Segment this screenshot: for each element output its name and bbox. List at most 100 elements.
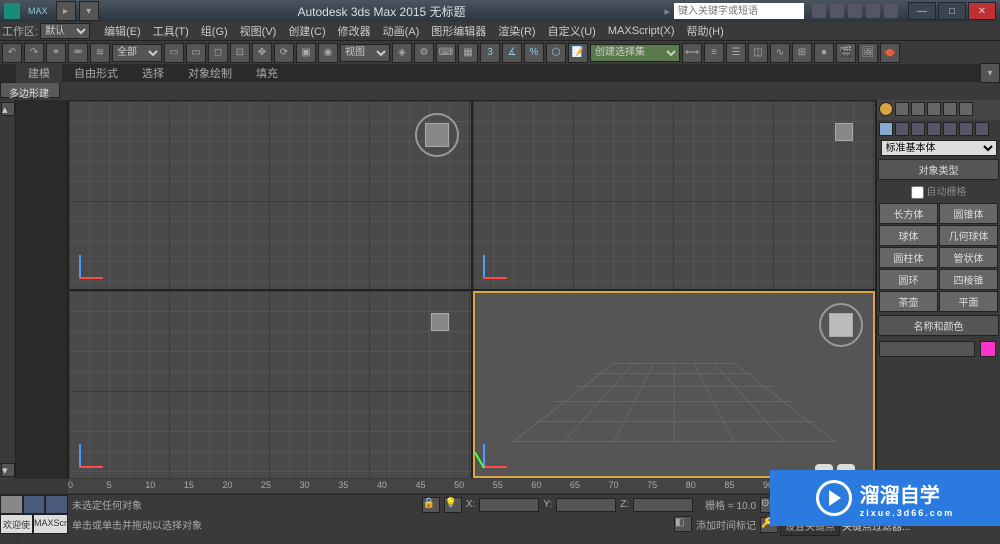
panel-up-button[interactable]: ▴ xyxy=(1,102,15,116)
layers-button[interactable]: ☰ xyxy=(726,43,746,63)
menu-customize[interactable]: 自定义(U) xyxy=(542,23,602,39)
prim-box[interactable]: 长方体 xyxy=(879,203,938,224)
tab-modeling[interactable]: 建模 xyxy=(16,63,62,83)
select-rotate-button[interactable]: ⟳ xyxy=(274,43,294,63)
menu-grapheditors[interactable]: 图形编辑器 xyxy=(425,23,492,39)
prim-geosphere[interactable]: 几何球体 xyxy=(939,225,998,246)
graphite-button[interactable]: ◫ xyxy=(748,43,768,63)
viewcube[interactable] xyxy=(431,313,449,331)
systems-tab-icon[interactable] xyxy=(975,122,989,136)
object-name-input[interactable] xyxy=(879,341,975,357)
menu-modifiers[interactable]: 修改器 xyxy=(332,23,377,39)
menu-edit[interactable]: 编辑(E) xyxy=(98,23,147,39)
time-tag-button[interactable]: ◧ xyxy=(674,516,692,532)
maxscript-label[interactable]: MAXScr xyxy=(33,514,68,534)
edged-faces-button[interactable]: ⬡ xyxy=(546,43,566,63)
prim-cone[interactable]: 圆锥体 xyxy=(939,203,998,224)
select-place-button[interactable]: ◉ xyxy=(318,43,338,63)
render-button[interactable]: 🫖 xyxy=(880,43,900,63)
keyboard-shortcut-button[interactable]: ⌨ xyxy=(436,43,456,63)
utilities-tab-icon[interactable] xyxy=(959,122,973,136)
manipulate-button[interactable]: ⚙ xyxy=(414,43,434,63)
prim-pyramid[interactable]: 四棱锥 xyxy=(939,269,998,290)
select-name-button[interactable]: ▭ xyxy=(186,43,206,63)
viewport-perspective[interactable] xyxy=(473,291,875,479)
editnamed-button[interactable]: 📝 xyxy=(568,43,588,63)
motion-tab-icon[interactable] xyxy=(927,122,941,136)
ribbon-panel-label[interactable]: 多边形建模 xyxy=(0,82,60,98)
pivot-center-button[interactable]: ◈ xyxy=(392,43,412,63)
isolate-button[interactable]: 💡 xyxy=(444,497,462,513)
tab-populate[interactable]: 填充 xyxy=(244,63,290,83)
search-icon[interactable] xyxy=(812,4,826,18)
tab-freeform[interactable]: 自由形式 xyxy=(62,63,130,83)
menu-views[interactable]: 视图(V) xyxy=(234,23,283,39)
edged-icon[interactable] xyxy=(927,102,941,116)
y-input[interactable] xyxy=(556,498,616,512)
select-rect-button[interactable]: ◻ xyxy=(208,43,228,63)
align-button[interactable]: ≡ xyxy=(704,43,724,63)
z-input[interactable] xyxy=(633,498,693,512)
select-move-button[interactable]: ✥ xyxy=(252,43,272,63)
app-icon[interactable] xyxy=(4,3,20,19)
unlink-button[interactable]: ⚮ xyxy=(68,43,88,63)
snap-toggle-button[interactable]: ▦ xyxy=(458,43,478,63)
viewport-front[interactable] xyxy=(473,101,875,289)
mirror-button[interactable]: ⟷ xyxy=(682,43,702,63)
prim-teapot[interactable]: 茶壶 xyxy=(879,291,938,312)
modify-tab-icon[interactable] xyxy=(895,122,909,136)
layout-btn-3[interactable] xyxy=(45,495,68,514)
menu-rendering[interactable]: 渲染(R) xyxy=(492,23,541,39)
close-button[interactable]: ✕ xyxy=(968,2,996,20)
time-ruler[interactable]: 0 5 10 15 20 25 30 35 40 45 50 55 60 65 … xyxy=(68,479,770,493)
select-scale-button[interactable]: ▣ xyxy=(296,43,316,63)
layout-btn-2[interactable] xyxy=(23,495,46,514)
minimize-button[interactable]: — xyxy=(908,2,936,20)
select-object-button[interactable]: ▭ xyxy=(164,43,184,63)
tab-selection[interactable]: 选择 xyxy=(130,63,176,83)
menu-help[interactable]: 帮助(H) xyxy=(680,23,729,39)
undo-button[interactable]: ↶ xyxy=(2,43,22,63)
display-tab-icon[interactable] xyxy=(943,122,957,136)
gear-icon[interactable] xyxy=(943,102,957,116)
selection-filter[interactable]: 全部 xyxy=(112,44,162,62)
shading-icon[interactable] xyxy=(911,102,925,116)
exchange-icon[interactable] xyxy=(848,4,862,18)
prim-cylinder[interactable]: 圆柱体 xyxy=(879,247,938,268)
panel-down-button[interactable]: ▾ xyxy=(1,463,15,477)
viewport-left[interactable] xyxy=(69,291,471,479)
create-tab-icon[interactable] xyxy=(879,122,893,136)
light-icon[interactable] xyxy=(879,102,893,116)
prim-plane[interactable]: 平面 xyxy=(939,291,998,312)
signin-icon[interactable] xyxy=(830,4,844,18)
spinner-snap-button[interactable]: % xyxy=(524,43,544,63)
menu-create[interactable]: 创建(C) xyxy=(282,23,331,39)
workspace-selector[interactable]: ▸ ▾ xyxy=(56,1,99,21)
prim-tube[interactable]: 管状体 xyxy=(939,247,998,268)
ribbon-collapse-button[interactable]: ▾ xyxy=(980,63,1000,83)
viewcube[interactable] xyxy=(829,313,853,337)
curve-editor-button[interactable]: ∿ xyxy=(770,43,790,63)
add-time-tag[interactable]: 添加时间标记 xyxy=(696,517,756,532)
lock-button[interactable]: 🔒 xyxy=(422,497,440,513)
menu-maxscript[interactable]: MAXScript(X) xyxy=(602,25,681,37)
hammer-icon[interactable] xyxy=(959,102,973,116)
welcome-label[interactable]: 欢迎使用 xyxy=(0,514,33,534)
time-slider[interactable]: 0 5 10 15 20 25 30 35 40 45 50 55 60 65 … xyxy=(68,478,770,494)
layout-btn-1[interactable] xyxy=(0,495,23,514)
menu-tools[interactable]: 工具(T) xyxy=(147,23,195,39)
autogrid-checkbox[interactable] xyxy=(911,186,924,199)
star-icon[interactable] xyxy=(884,4,898,18)
workspace-select[interactable]: 默认 xyxy=(40,23,90,39)
menu-animation[interactable]: 动画(A) xyxy=(377,23,426,39)
link-button[interactable]: ⚭ xyxy=(46,43,66,63)
rollout-object-type[interactable]: 对象类型 xyxy=(878,159,999,180)
viewcube[interactable] xyxy=(425,123,449,147)
viewport-top[interactable] xyxy=(69,101,471,289)
help-icon[interactable] xyxy=(866,4,880,18)
hierarchy-tab-icon[interactable] xyxy=(911,122,925,136)
prim-sphere[interactable]: 球体 xyxy=(879,225,938,246)
window-crossing-button[interactable]: ⊡ xyxy=(230,43,250,63)
camera-icon[interactable] xyxy=(895,102,909,116)
viewcube[interactable] xyxy=(835,123,853,141)
